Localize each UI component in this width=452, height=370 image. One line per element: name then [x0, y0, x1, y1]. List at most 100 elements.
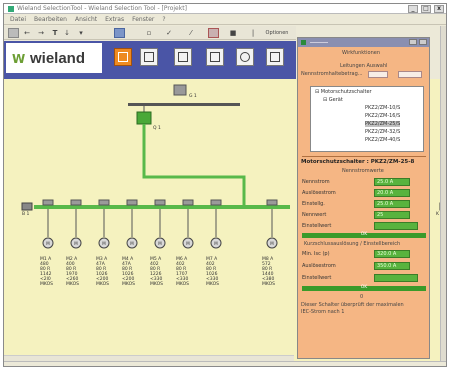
device-text-3: M3 A 47A 80 R 1026 <200 MKOS: [96, 257, 109, 287]
close-button[interactable]: x: [434, 5, 444, 13]
delete-icon[interactable]: [208, 28, 219, 38]
row-label: Min. Isc (p): [302, 251, 330, 257]
device-text-8: M8 A 572 80 R 1440 <380 MKOS: [262, 257, 275, 287]
device-text-6: M6 A 402 80 R 1707 <330 MKOS: [176, 257, 189, 287]
current-field-label: Nennstromhaltebetrag...: [301, 71, 363, 77]
tree-item-device[interactable]: PKZ2/ZM-40/S: [365, 137, 400, 143]
feeder-cable: [142, 124, 246, 207]
text-tool-icon[interactable]: T: [50, 28, 60, 38]
device-text-1: M1 A 480 80 R 1142 <2l0 MKOS: [40, 257, 53, 287]
row-value-field[interactable]: 320.0 A: [374, 250, 410, 258]
menu-extras[interactable]: Extras: [105, 16, 124, 23]
device-tree[interactable]: ⊟ Motorschutzschalter ⊟ Gerät PKZ2/ZM-10…: [310, 86, 424, 152]
new-icon[interactable]: [8, 28, 19, 38]
branch-switch[interactable]: [210, 199, 222, 206]
separator-icon: |: [251, 29, 255, 37]
motor-symbol-label: M: [214, 241, 218, 246]
wiring-tool-button[interactable]: [114, 48, 132, 66]
maximize-button[interactable]: □: [421, 5, 431, 13]
dropdown-icon[interactable]: ▾: [76, 28, 86, 38]
tree-item-device[interactable]: PKZ2/ZM-32/S: [365, 129, 400, 135]
application-window: Wieland SelectionTool - Wieland Selectio…: [3, 3, 447, 367]
row-value-field[interactable]: 25: [374, 211, 410, 219]
row-label: Einstellg.: [302, 201, 325, 207]
panel-tool-button[interactable]: [174, 48, 192, 66]
back-icon[interactable]: ←: [22, 28, 32, 38]
tree-item-device[interactable]: PKZ2/ZM-10/S: [365, 105, 400, 111]
current-input-b[interactable]: [398, 71, 422, 78]
minimize-button[interactable]: _: [408, 5, 418, 13]
options-tab[interactable]: Optionen: [260, 28, 294, 38]
lamp-tool-button[interactable]: [236, 48, 254, 66]
section-subtitle: Nennstromwerte: [342, 168, 384, 174]
section2-title: Kurzschlussauslösung / Einstellbereich: [304, 241, 401, 247]
title-bar: Wieland SelectionTool - Wieland Selectio…: [4, 4, 446, 14]
panel-title-placeholder: [310, 42, 328, 43]
ok-bar[interactable]: OK: [302, 232, 426, 238]
menu-file[interactable]: Datei: [10, 16, 26, 23]
stop-icon[interactable]: ■: [228, 28, 238, 38]
menu-edit[interactable]: Bearbeiten: [34, 16, 67, 23]
branch-switch[interactable]: [70, 199, 82, 206]
menu-view[interactable]: Ansicht: [75, 16, 97, 23]
branch-switch[interactable]: [154, 199, 166, 206]
device-text-4: M4 A 47A 80 R 1026 <200 MKOS: [122, 257, 135, 287]
panel-controls: [409, 39, 427, 45]
branch-switch[interactable]: [266, 199, 278, 206]
branch-switch[interactable]: [182, 199, 194, 206]
tree-item-group[interactable]: ⊟ Gerät: [323, 97, 343, 103]
setting-slider[interactable]: [374, 274, 418, 282]
brand-mark-icon: W: [12, 52, 26, 66]
tree-item-selected[interactable]: PKZ2/ZM-25/S: [365, 121, 401, 127]
panel-header: Wirkfunktionen: [342, 50, 380, 56]
ok-bar-label: OK: [360, 285, 368, 290]
menu-window[interactable]: Fenster: [132, 16, 154, 23]
brand-name: wieland: [30, 50, 86, 67]
check-icon[interactable]: ✓: [164, 28, 174, 38]
select-tool-icon[interactable]: [114, 28, 125, 38]
tree-item-root[interactable]: ⊟ Motorschutzschalter: [315, 89, 372, 95]
row-value-field[interactable]: 25.0 A: [374, 200, 410, 208]
motor-symbol-label: M: [102, 241, 106, 246]
bus-left-terminal[interactable]: [21, 202, 33, 211]
branch-switch[interactable]: [126, 199, 138, 206]
line-icon[interactable]: ⁄: [186, 28, 196, 38]
device-text-7: M7 A 402 80 R 1026 <330 MKOS: [206, 257, 219, 287]
motor-symbol-label: M: [186, 241, 190, 246]
menu-bar: Datei Bearbeiten Ansicht Extras Fenster …: [4, 15, 446, 25]
panel-minimize-button[interactable]: [409, 39, 417, 45]
motor-tool-button[interactable]: [266, 48, 284, 66]
arrow-icon[interactable]: ↓: [62, 28, 72, 38]
current-input-a[interactable]: [368, 71, 388, 78]
menu-help[interactable]: ?: [162, 16, 165, 23]
copy-icon[interactable]: ▫: [144, 28, 154, 38]
right-scrollbar[interactable]: [440, 26, 446, 366]
forward-icon[interactable]: →: [36, 28, 46, 38]
mid-node-label: Q 1: [153, 126, 161, 131]
row-label: Nennwert: [302, 212, 327, 218]
row-label: Einstellwert: [302, 223, 332, 229]
tree-item-device[interactable]: PKZ2/ZM-16/S: [365, 113, 400, 119]
ok-bar[interactable]: OK: [302, 285, 426, 291]
panel-close-button[interactable]: [419, 39, 427, 45]
branch-switch[interactable]: [42, 199, 54, 206]
supply-busbar: [128, 103, 240, 106]
motor-symbol-label: M: [130, 241, 134, 246]
device-text-5: M5 A 402 80 R 1226 <330 MKOS: [150, 257, 163, 287]
row-value-field[interactable]: 25.0 A: [374, 178, 410, 186]
section-title: Motorschutzschalter : PKZ2/ZM-25-8: [301, 159, 415, 165]
tool-ribbon: W wieland: [4, 41, 296, 79]
branch-switch[interactable]: [98, 199, 110, 206]
motor-symbol-label: M: [46, 241, 50, 246]
setting-slider[interactable]: [374, 222, 418, 230]
main-breaker-node[interactable]: [136, 111, 152, 125]
row-value-field[interactable]: 350.0 A: [374, 262, 410, 270]
device-tool-button[interactable]: [140, 48, 158, 66]
breaker-tool-button[interactable]: [206, 48, 224, 66]
window-title: Wieland SelectionTool - Wieland Selectio…: [17, 5, 187, 12]
transformer-node[interactable]: [173, 84, 187, 96]
properties-panel: Wirkfunktionen Leitungen Auswahl Nennstr…: [297, 37, 430, 359]
toolbar: ← → T ↓ ▾ ▫ ✓ ⁄ ■ | Optionen: [4, 26, 296, 40]
row-value-field[interactable]: 20.0 A: [374, 189, 410, 197]
motor-symbol-label: M: [158, 241, 162, 246]
